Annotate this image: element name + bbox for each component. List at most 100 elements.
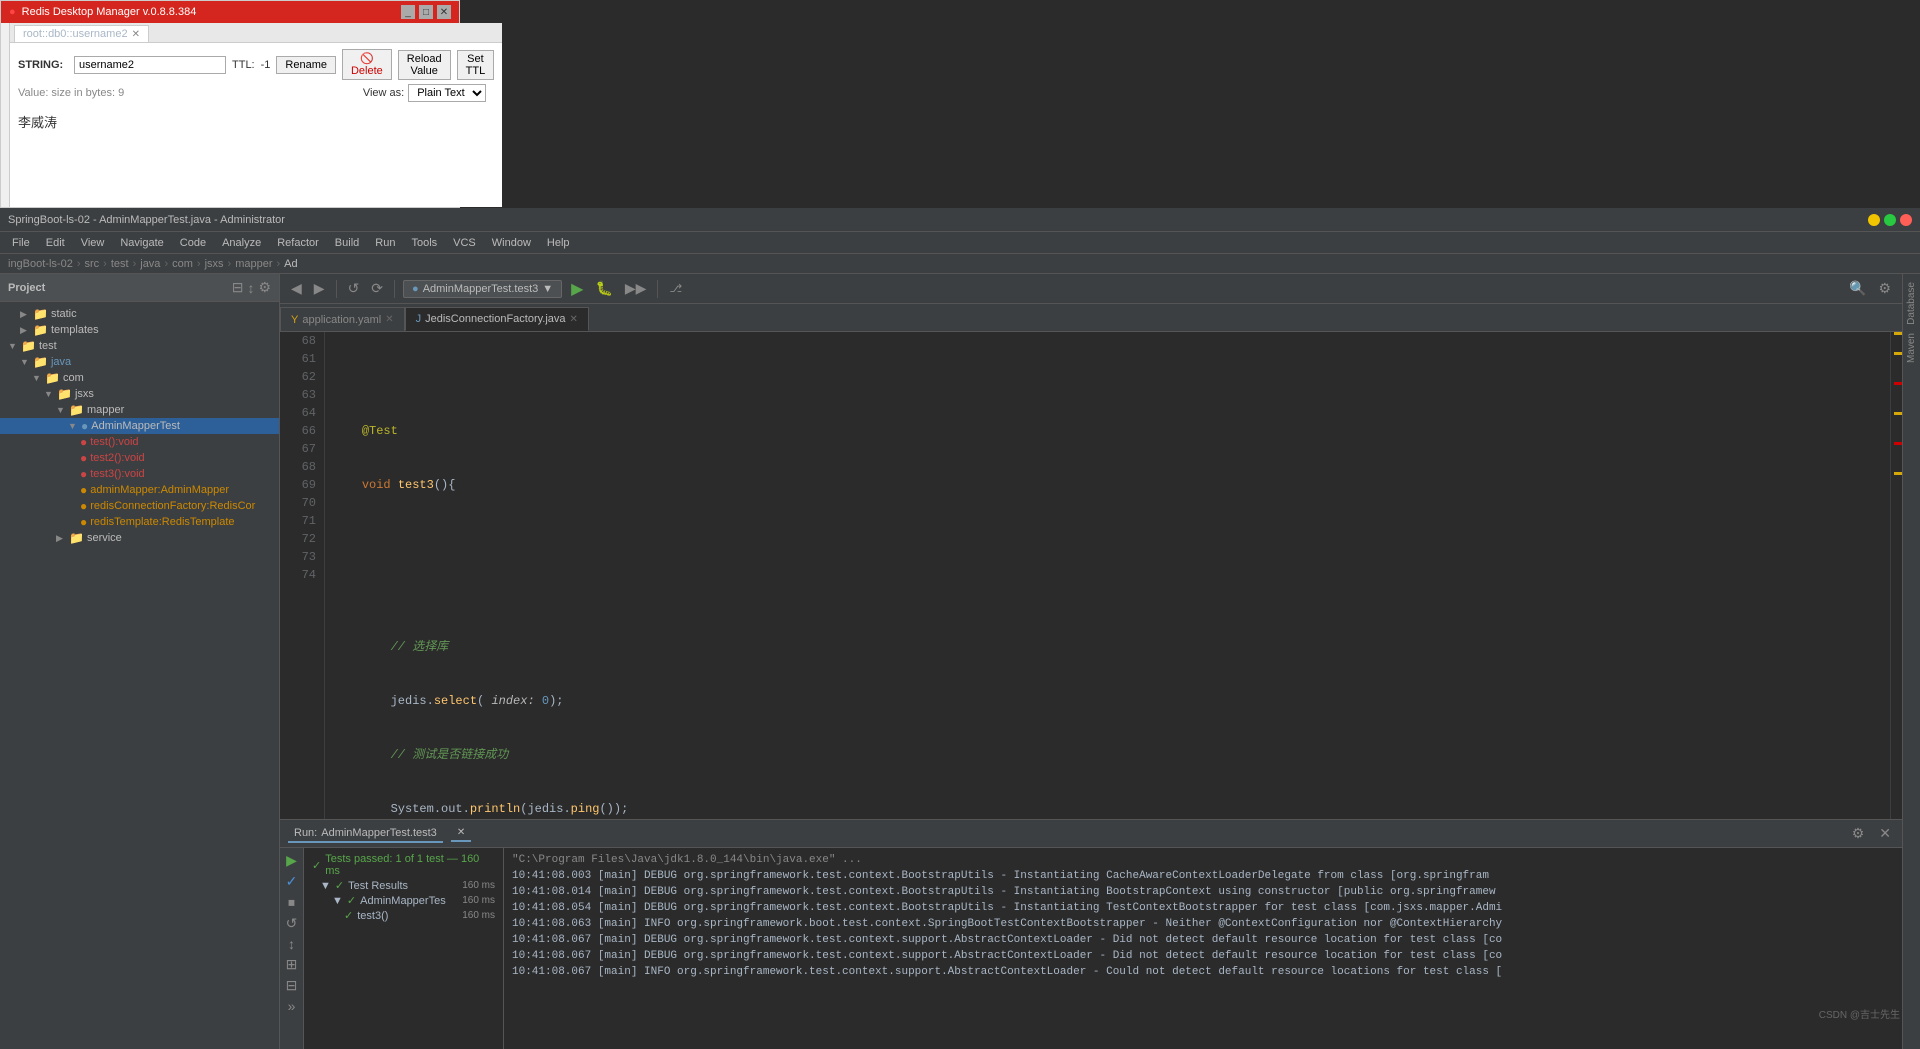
menu-file[interactable]: File: [4, 235, 38, 251]
redis-delete-btn[interactable]: 🚫 Delete: [342, 49, 392, 80]
menu-tools[interactable]: Tools: [403, 235, 445, 251]
redis-rename-btn[interactable]: Rename: [276, 56, 336, 74]
project-collapse-btn[interactable]: ⊟: [232, 279, 244, 296]
yaml-tab-close[interactable]: ✕: [385, 314, 393, 325]
breadcrumb-item-0[interactable]: ingBoot-ls-02: [8, 258, 73, 270]
run-output[interactable]: "C:\Program Files\Java\jdk1.8.0_144\bin\…: [504, 848, 1902, 1049]
pt-mapper[interactable]: ▼ 📁 mapper: [0, 402, 279, 418]
menu-vcs[interactable]: VCS: [445, 235, 484, 251]
run-tree-class[interactable]: ▼ ✓ AdminMapperTes 160 ms: [308, 893, 499, 908]
pt-field1[interactable]: ● adminMapper:AdminMapper: [0, 482, 279, 498]
run-check-btn[interactable]: ✓: [286, 873, 298, 890]
run-filter-btn[interactable]: ⊟: [286, 977, 298, 994]
menu-refactor[interactable]: Refactor: [269, 235, 327, 251]
run-tab-label[interactable]: Run: AdminMapperTest.test3: [288, 825, 443, 843]
idea-close-btn[interactable]: [1900, 214, 1912, 226]
run-btn[interactable]: ▶: [568, 277, 586, 301]
run-stop-btn[interactable]: ⏹: [288, 894, 295, 911]
run-play-btn[interactable]: ▶: [286, 852, 297, 869]
redis-value-content: 李威涛: [10, 108, 502, 135]
pt-test[interactable]: ▼ 📁 test: [0, 338, 279, 354]
pt-jsxs[interactable]: ▼ 📁 jsxs: [0, 386, 279, 402]
breadcrumb-item-2[interactable]: test: [111, 258, 129, 270]
gutter-warn-2: [1894, 352, 1902, 355]
menu-navigate[interactable]: Navigate: [112, 235, 171, 251]
menu-code[interactable]: Code: [172, 235, 214, 251]
redis-tab-close[interactable]: ✕: [132, 29, 140, 40]
redis-maximize-btn[interactable]: □: [419, 5, 433, 19]
menu-analyze[interactable]: Analyze: [214, 235, 269, 251]
pt-com[interactable]: ▼ 📁 com: [0, 370, 279, 386]
redis-viewas-select[interactable]: Plain Text JSON: [408, 84, 486, 102]
run-settings-btn[interactable]: ⚙: [1852, 825, 1865, 842]
breadcrumb-item-3[interactable]: java: [140, 258, 160, 270]
breadcrumb-sep-4: ›: [197, 258, 201, 270]
menu-window[interactable]: Window: [484, 235, 539, 251]
pt-field3[interactable]: ● redisTemplate:RedisTemplate: [0, 514, 279, 530]
pt-method2[interactable]: ● test2():void: [0, 450, 279, 466]
breadcrumb-item-7[interactable]: Ad: [284, 258, 297, 270]
idea-minimize-btn[interactable]: [1868, 214, 1880, 226]
pt-service[interactable]: ▶ 📁 service: [0, 530, 279, 546]
side-database-icon[interactable]: Database: [1906, 282, 1917, 325]
run-tree-root[interactable]: ▼ ✓ Test Results 160 ms: [308, 878, 499, 893]
ln-68: 68: [284, 332, 316, 350]
toolbar-search-btn[interactable]: 🔍: [1846, 278, 1869, 299]
jedis-tab[interactable]: J JedisConnectionFactory.java ✕: [405, 307, 589, 331]
idea-titlebar: SpringBoot-ls-02 - AdminMapperTest.java …: [0, 208, 1920, 232]
redis-setttl-btn[interactable]: Set TTL: [457, 50, 495, 80]
menu-help[interactable]: Help: [539, 235, 578, 251]
run-config-dropdown[interactable]: ● AdminMapperTest.test3 ▼: [403, 280, 562, 298]
run-more-btn[interactable]: »: [288, 998, 296, 1014]
run-check-icon: ✓: [312, 859, 321, 872]
breadcrumb-item-6[interactable]: mapper: [235, 258, 272, 270]
run-expand-btn[interactable]: ⊞: [286, 956, 298, 973]
run-tab-close-x[interactable]: ✕: [451, 825, 471, 842]
gutter-warn-1: [1894, 332, 1902, 335]
pt-java[interactable]: ▼ 📁 java: [0, 354, 279, 370]
jedis-tab-close[interactable]: ✕: [570, 314, 578, 325]
debug-btn[interactable]: 🐛: [592, 278, 615, 299]
redis-key-input[interactable]: [74, 56, 226, 74]
toolbar-settings-btn[interactable]: ⚙: [1875, 278, 1894, 299]
menu-view[interactable]: View: [73, 235, 113, 251]
side-maven-icon[interactable]: Maven: [1906, 333, 1917, 363]
toolbar-git-btn[interactable]: ⎇: [666, 280, 685, 297]
toolbar-back-btn[interactable]: ◀: [288, 278, 305, 299]
redis-close-btn[interactable]: ✕: [437, 5, 451, 19]
breadcrumb-item-5[interactable]: jsxs: [205, 258, 224, 270]
breadcrumb-item-1[interactable]: src: [85, 258, 100, 270]
project-settings-btn[interactable]: ⚙: [258, 279, 271, 296]
code-editor[interactable]: 68 61 62 63 64 66 67 68 69 70 71 72 73 7…: [280, 332, 1902, 819]
toolbar-refresh-btn[interactable]: ↺: [345, 278, 363, 299]
side-icons: Database Maven: [1902, 274, 1920, 1049]
pt-static[interactable]: ▶ 📁 static: [0, 306, 279, 322]
redis-minimize-btn[interactable]: _: [401, 5, 415, 19]
project-sort-btn[interactable]: ↕: [247, 280, 254, 296]
breadcrumb-item-4[interactable]: com: [172, 258, 193, 270]
pt-templates[interactable]: ▶ 📁 templates: [0, 322, 279, 338]
menu-build[interactable]: Build: [327, 235, 367, 251]
redis-reload-btn[interactable]: Reload Value: [398, 50, 451, 80]
pt-field2[interactable]: ● redisConnectionFactory:RedisCor: [0, 498, 279, 514]
run-coverage-btn[interactable]: ▶▶: [622, 278, 650, 299]
run-sort-btn[interactable]: ↕: [288, 936, 295, 952]
menu-edit[interactable]: Edit: [38, 235, 73, 251]
pt-admin-class[interactable]: ▼ ● AdminMapperTest: [0, 418, 279, 434]
redis-tab-label: root::db0::username2: [23, 28, 128, 40]
out-log-1: 10:41:08.014 [main] DEBUG org.springfram…: [512, 884, 1894, 900]
run-close-panel-btn[interactable]: ✕: [1876, 823, 1894, 844]
toolbar-rerun-btn[interactable]: ⟳: [368, 278, 386, 299]
com-folder-icon: 📁: [45, 371, 60, 385]
idea-maximize-btn[interactable]: [1884, 214, 1896, 226]
run-rerun-btn[interactable]: ↺: [286, 915, 298, 932]
pt-method1[interactable]: ● test():void: [0, 434, 279, 450]
pt-method3[interactable]: ● test3():void: [0, 466, 279, 482]
run-label: Run:: [294, 827, 317, 839]
menu-run[interactable]: Run: [367, 235, 403, 251]
run-tree-method[interactable]: ✓ test3() 160 ms: [308, 908, 499, 923]
code-line-5: // 选择库: [333, 638, 1882, 656]
toolbar-forward-btn[interactable]: ▶: [311, 278, 328, 299]
yaml-tab[interactable]: Y application.yaml ✕: [280, 307, 405, 331]
redis-active-tab[interactable]: root::db0::username2 ✕: [14, 25, 149, 42]
